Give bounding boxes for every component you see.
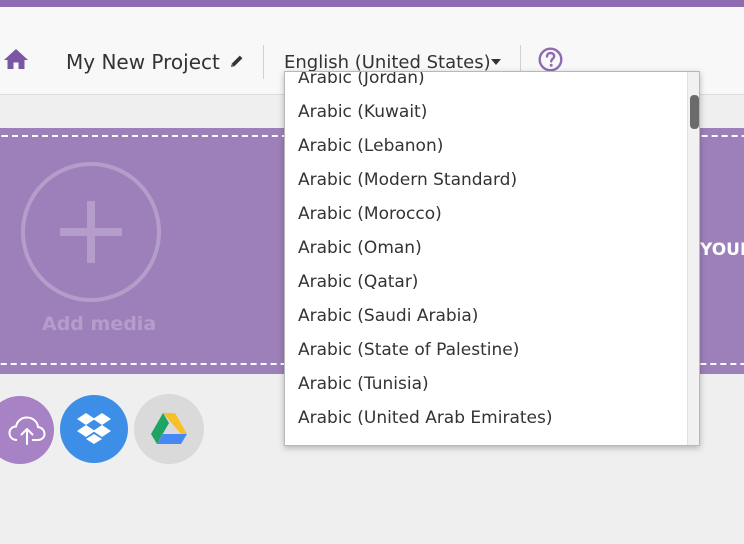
language-option[interactable]: Arabic (Kuwait) [285,95,687,129]
dropbox-button[interactable] [60,395,128,463]
pencil-icon[interactable] [230,54,244,68]
language-option[interactable]: Arabic (Modern Standard) [285,163,687,197]
language-option[interactable]: Arabic (Oman) [285,231,687,265]
dropdown-scrollbar[interactable] [687,72,699,445]
scrollbar-thumb[interactable] [690,95,699,129]
language-option[interactable]: Arabic (United Arab Emirates) [285,401,687,435]
language-option[interactable]: Arabic (Jordan) [285,72,687,95]
dropbox-icon [77,413,111,444]
caret-down-icon[interactable] [491,59,501,65]
cloud-upload-button[interactable] [0,396,54,464]
language-option[interactable]: Arabic (Lebanon) [285,129,687,163]
language-option[interactable]: Arabic (Morocco) [285,197,687,231]
cloud-upload-icon [8,416,46,445]
drop-zone-text: YOUR [700,240,744,260]
add-media-icon[interactable] [21,162,161,302]
language-option[interactable]: Arabic (Qatar) [285,265,687,299]
toolbar-divider [263,45,264,79]
google-drive-button[interactable] [134,394,204,464]
language-select[interactable]: English (United States) [284,52,491,73]
language-option[interactable]: Arabic (Saudi Arabia) [285,299,687,333]
language-option[interactable]: Arabic (State of Palestine) [285,333,687,367]
add-media-label[interactable]: Add media [42,313,156,335]
language-option[interactable]: Arabic (Tunisia) [285,367,687,401]
language-dropdown[interactable]: Arabic (Jordan) Arabic (Kuwait) Arabic (Le… [284,71,700,446]
google-drive-icon [151,413,187,444]
project-title[interactable]: My New Project [66,50,220,74]
top-accent-bar [0,0,744,7]
language-options-list: Arabic (Jordan) Arabic (Kuwait) Arabic (Le… [285,72,687,435]
home-icon[interactable] [3,47,29,71]
question-mark-icon[interactable] [538,47,563,72]
